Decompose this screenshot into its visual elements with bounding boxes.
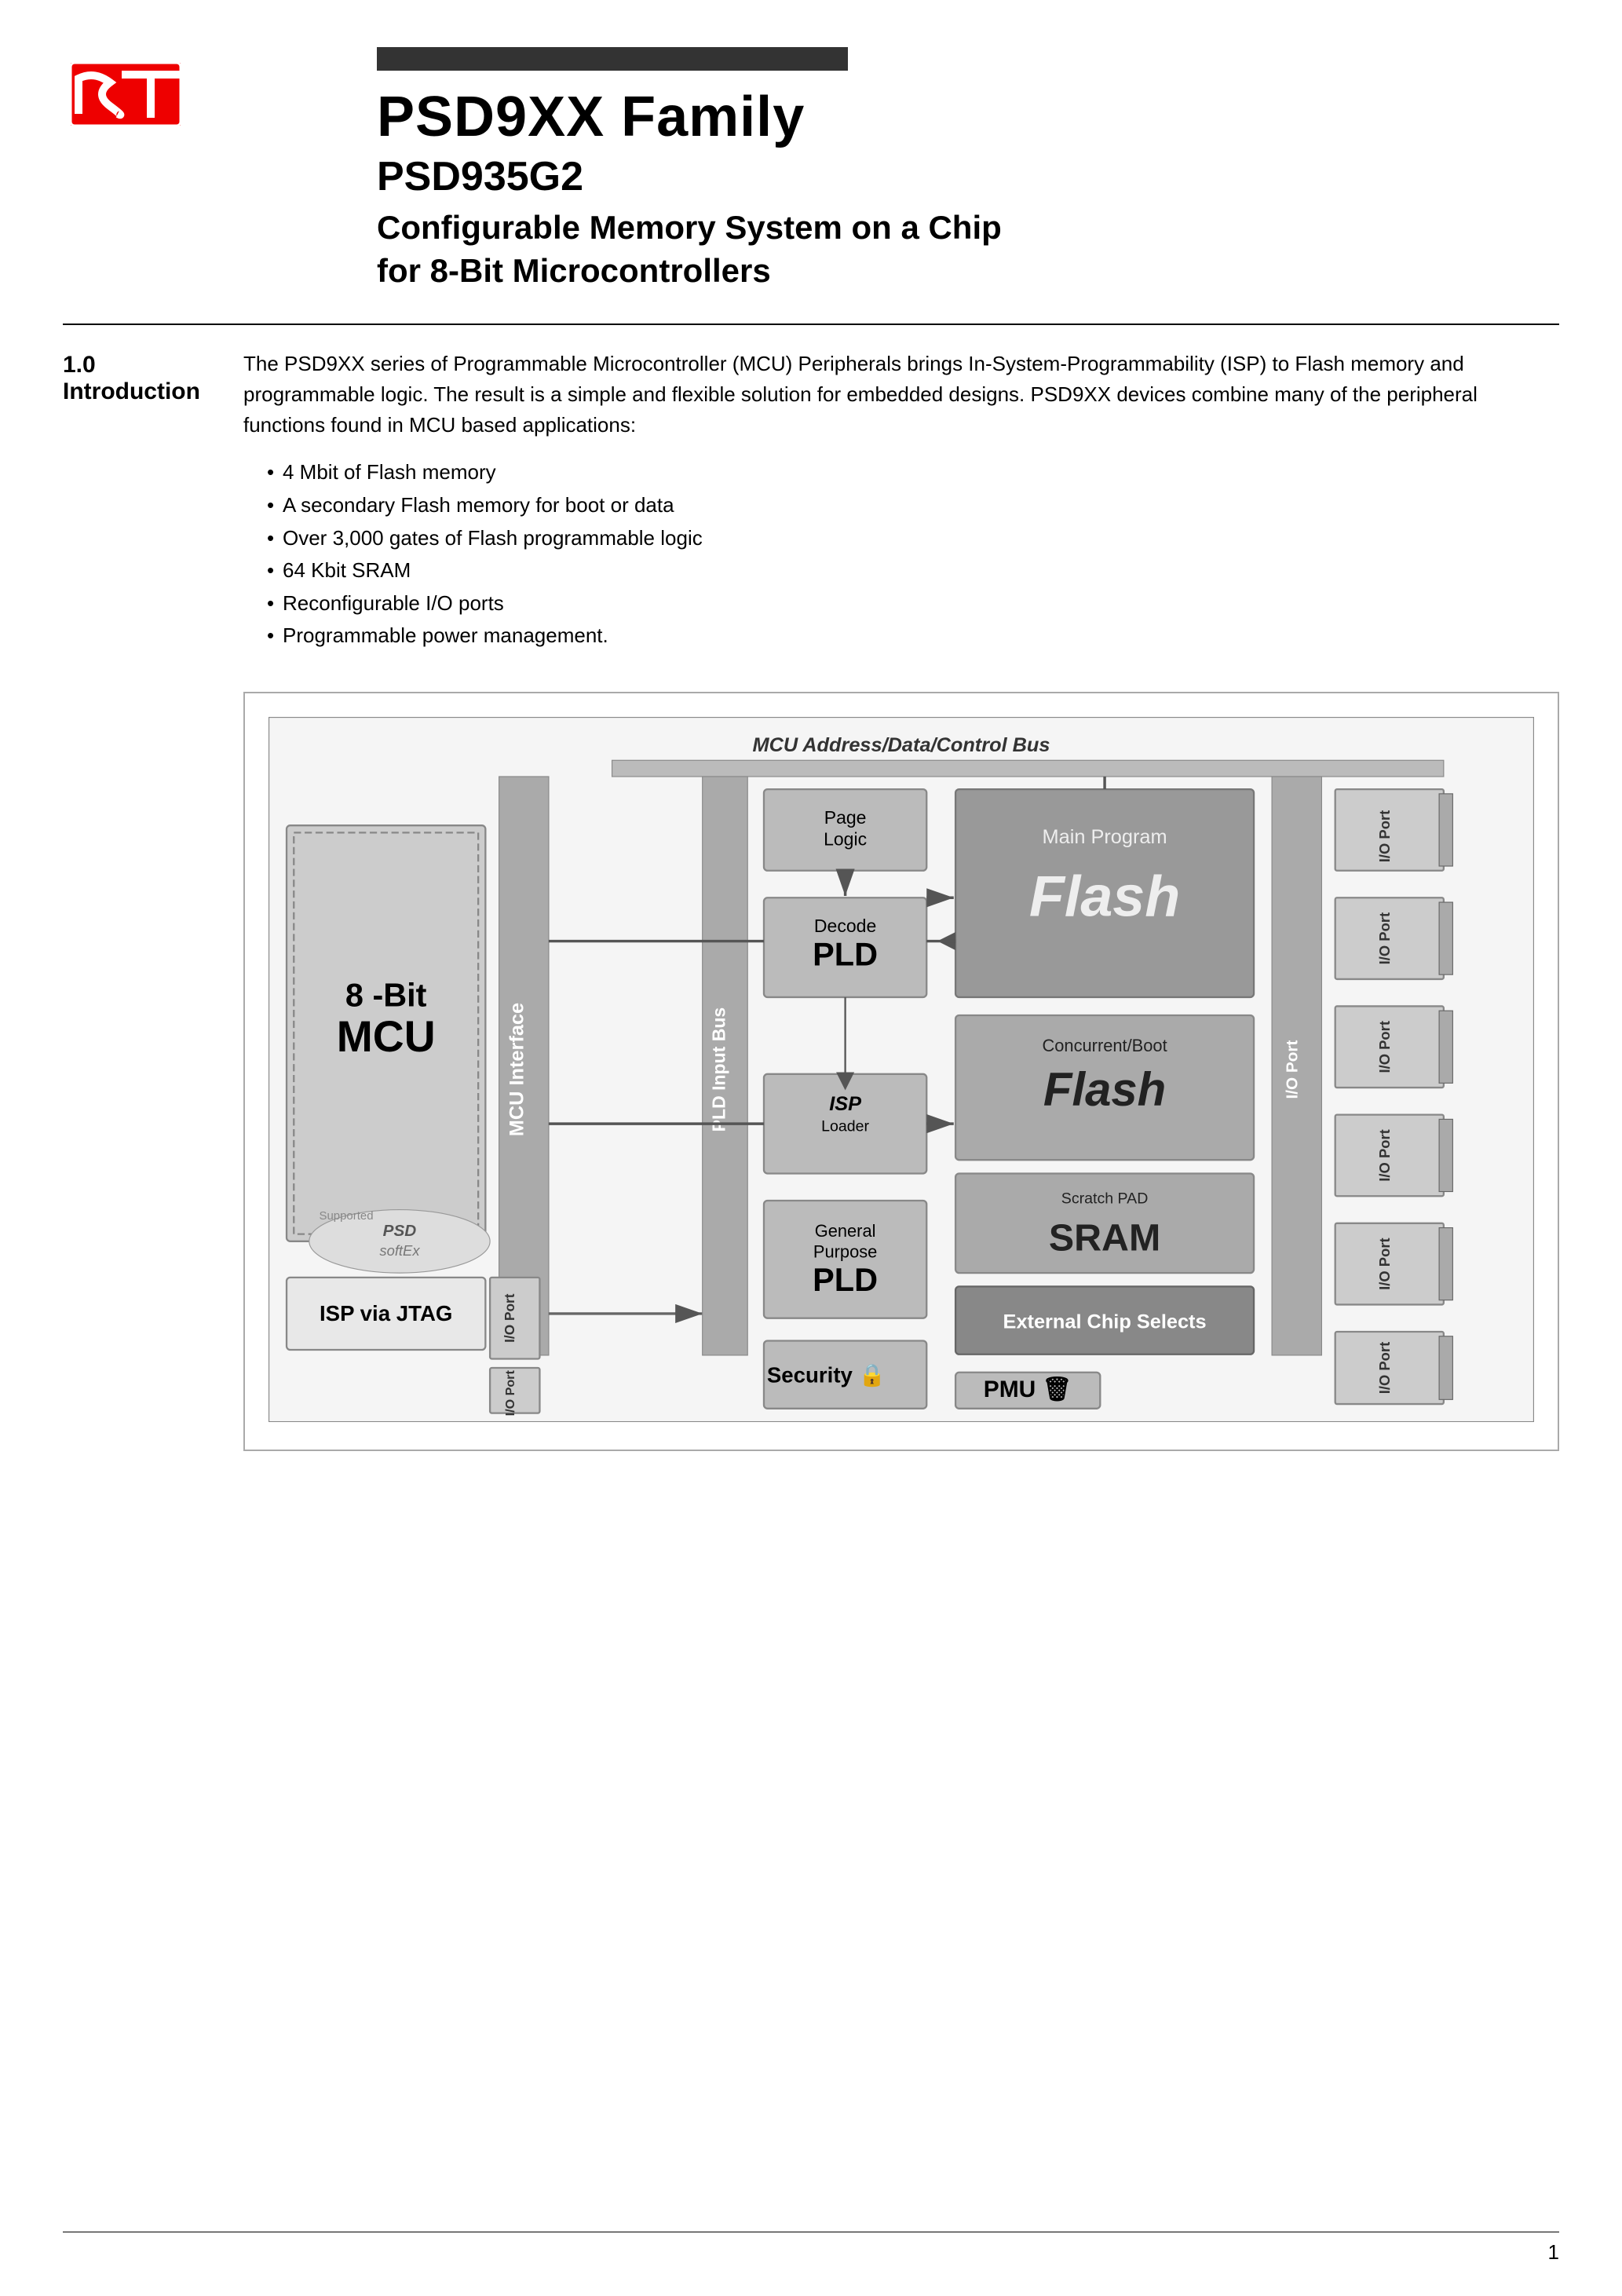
softex-label: softEx bbox=[379, 1242, 420, 1259]
feature-list: 4 Mbit of Flash memory A secondary Flash… bbox=[267, 456, 1559, 653]
general-purpose-label: General bbox=[815, 1221, 876, 1241]
decode-label: Decode bbox=[814, 916, 876, 936]
scratch-pad-label: Scratch PAD bbox=[1061, 1190, 1149, 1207]
title-area: PSD9XX Family PSD935G2 Configurable Memo… bbox=[220, 47, 1559, 292]
list-item: Over 3,000 gates of Flash programmable l… bbox=[267, 522, 1559, 555]
io-port-bar-label: I/O Port bbox=[1283, 1040, 1301, 1099]
bus-label: MCU Address/Data/Control Bus bbox=[752, 734, 1050, 756]
io-port-left-2: I/O Port bbox=[503, 1369, 517, 1416]
loader-label: Loader bbox=[821, 1117, 869, 1135]
supported-label: Supported bbox=[320, 1209, 374, 1223]
ext-chip-selects-label: External Chip Selects bbox=[1003, 1311, 1207, 1333]
isp-jtag-label: ISP via JTAG bbox=[320, 1301, 452, 1325]
concurrent-boot-label: Concurrent/Boot bbox=[1042, 1036, 1167, 1055]
mcu-interface-label: MCU Interface bbox=[506, 1003, 528, 1136]
concurrent-flash-label: Flash bbox=[1043, 1063, 1166, 1116]
io-port-5: I/O Port bbox=[1376, 1238, 1393, 1289]
mcu-label: 8 -Bit bbox=[345, 976, 427, 1013]
svg-text:Logic: Logic bbox=[824, 828, 867, 849]
logo-area bbox=[63, 47, 220, 137]
gp-pld-label: PLD bbox=[813, 1261, 878, 1298]
list-item: Programmable power management. bbox=[267, 620, 1559, 653]
section-label: 1.0 Introduction bbox=[63, 349, 243, 1451]
section-number: 1.0 bbox=[63, 352, 243, 378]
intro-paragraph: The PSD9XX series of Programmable Microc… bbox=[243, 349, 1559, 441]
description-title: Configurable Memory System on a Chipfor … bbox=[377, 207, 1559, 292]
sram-label: SRAM bbox=[1049, 1216, 1160, 1259]
pmu-label: PMU 🗑 bbox=[984, 1377, 1072, 1402]
page-number: 1 bbox=[1548, 2240, 1559, 2265]
list-item: 64 Kbit SRAM bbox=[267, 554, 1559, 587]
footer: 1 bbox=[63, 2232, 1559, 2265]
security-label: Security 🔒 bbox=[767, 1362, 886, 1387]
main-title: PSD9XX Family bbox=[377, 86, 1559, 148]
section-name: Introduction bbox=[63, 378, 243, 405]
list-item: A secondary Flash memory for boot or dat… bbox=[267, 489, 1559, 522]
section-body: The PSD9XX series of Programmable Microc… bbox=[243, 349, 1559, 1451]
main-flash-label: Flash bbox=[1029, 863, 1180, 928]
content-area: 1.0 Introduction The PSD9XX series of Pr… bbox=[63, 349, 1559, 1451]
io-port-left-1: I/O Port bbox=[502, 1293, 517, 1343]
page-logic-label: Page bbox=[824, 807, 867, 828]
st-logo bbox=[63, 55, 188, 133]
io-port-1: I/O Port bbox=[1376, 810, 1393, 862]
main-program-label: Main Program bbox=[1043, 826, 1167, 848]
top-bar-decoration bbox=[377, 47, 848, 71]
block-diagram-container: MCU Address/Data/Control Bus 8 -Bit MCU … bbox=[243, 692, 1559, 1451]
list-item: Reconfigurable I/O ports bbox=[267, 587, 1559, 620]
mcu-label2: MCU bbox=[337, 1012, 436, 1061]
psd-logo: PSD bbox=[383, 1222, 417, 1240]
header: PSD9XX Family PSD935G2 Configurable Memo… bbox=[63, 47, 1559, 292]
io-port-4: I/O Port bbox=[1376, 1129, 1393, 1181]
io-port-3: I/O Port bbox=[1376, 1021, 1393, 1073]
io-port-6: I/O Port bbox=[1376, 1342, 1393, 1394]
isp-label: ISP bbox=[829, 1093, 861, 1115]
list-item: 4 Mbit of Flash memory bbox=[267, 456, 1559, 489]
svg-text:Purpose: Purpose bbox=[813, 1241, 877, 1261]
pld-input-bus-label: PLD Input Bus bbox=[708, 1007, 729, 1132]
sub-title: PSD935G2 bbox=[377, 153, 1559, 200]
block-diagram: MCU Address/Data/Control Bus 8 -Bit MCU … bbox=[269, 717, 1534, 1422]
header-divider bbox=[63, 324, 1559, 325]
decode-pld-label: PLD bbox=[813, 936, 878, 973]
io-port-2: I/O Port bbox=[1376, 912, 1393, 964]
